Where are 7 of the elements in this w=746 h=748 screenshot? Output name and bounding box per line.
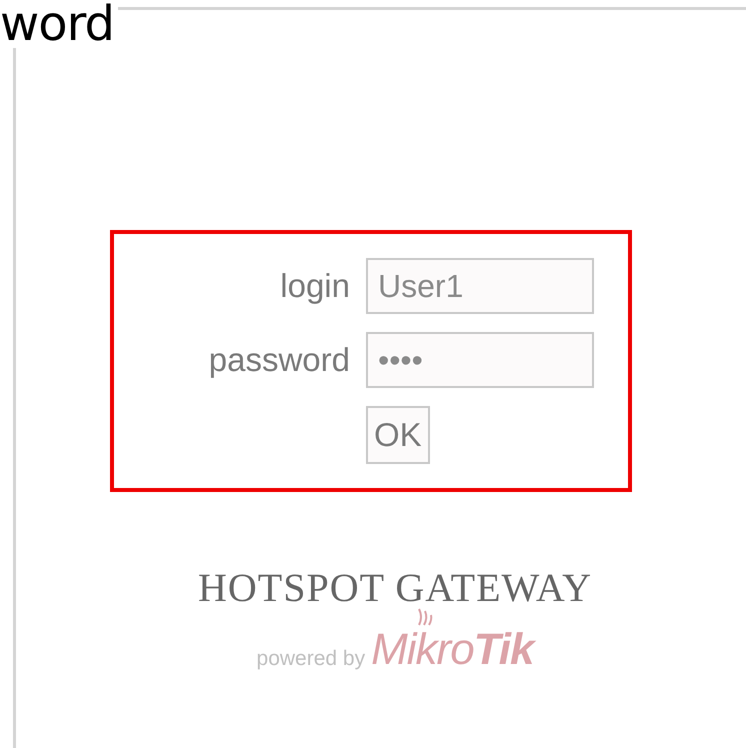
field-label: password: [208, 341, 350, 379]
ok-button[interactable]: OK: [366, 406, 430, 464]
brand-title: HOTSPOT GATEWAY: [198, 564, 592, 611]
field-label: login: [279, 267, 350, 305]
input-field[interactable]: ••••: [366, 332, 594, 388]
input-field[interactable]: User1: [366, 258, 594, 314]
powered-by-text: powered by: [256, 647, 366, 672]
